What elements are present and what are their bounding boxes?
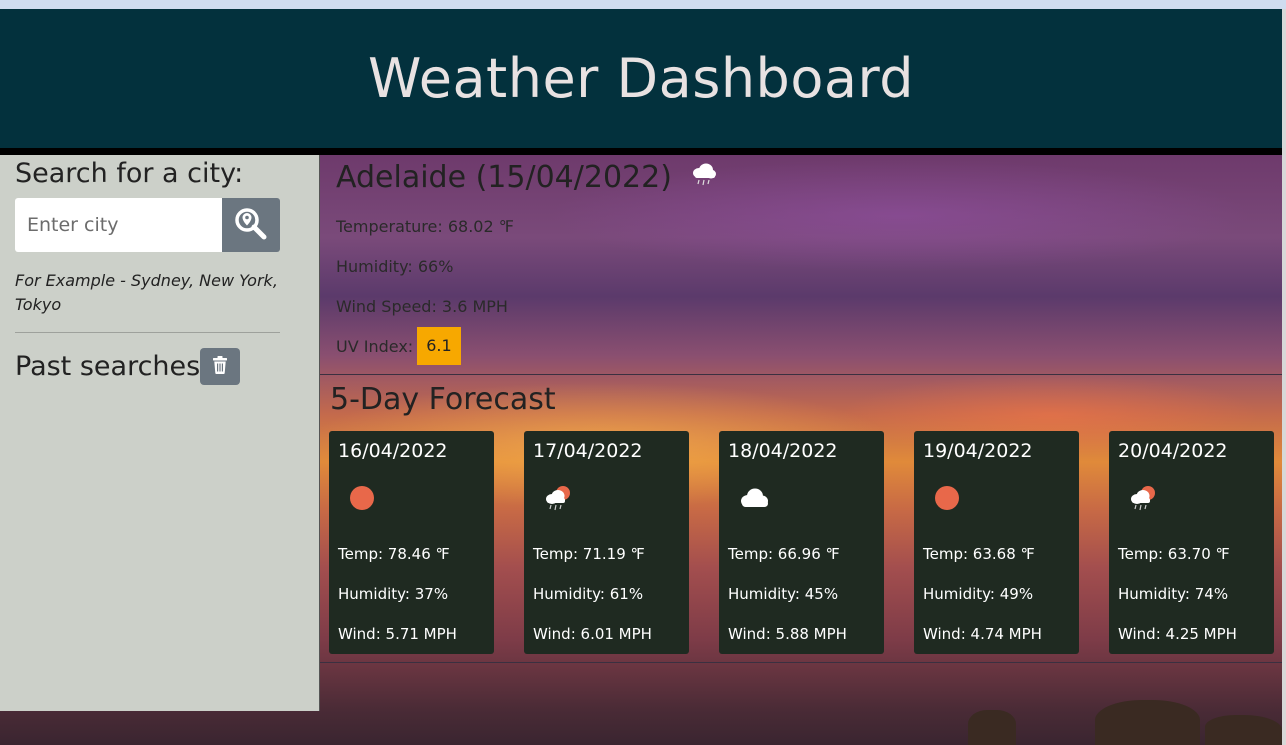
forecast-humidity: Humidity: 49%: [923, 585, 1034, 603]
current-humidity: Humidity: 66%: [336, 257, 454, 276]
forecast-heading: 5-Day Forecast: [330, 382, 556, 417]
forecast-card: 20/04/2022 Temp: 63.70 ℉ Humidity: 74% W…: [1109, 431, 1274, 654]
page-title: Weather Dashboard: [368, 47, 914, 110]
uv-index-badge: 6.1: [417, 327, 461, 365]
current-city-heading: Adelaide (15/04/2022): [336, 160, 718, 195]
forecast-wind: Wind: 4.74 MPH: [923, 625, 1042, 643]
trash-icon: [212, 356, 228, 377]
sun-icon: [347, 483, 377, 517]
search-form: [15, 198, 280, 252]
forecast-humidity: Humidity: 74%: [1118, 585, 1229, 603]
search-button[interactable]: [222, 198, 280, 252]
forecast-humidity: Humidity: 45%: [728, 585, 839, 603]
forecast-date: 19/04/2022: [923, 440, 1033, 462]
cloud-icon: [737, 483, 771, 517]
sun-icon: [932, 483, 962, 517]
rock-stack: [1095, 700, 1200, 745]
sidebar-divider: [15, 332, 280, 333]
forecast-date: 20/04/2022: [1118, 440, 1228, 462]
current-weather: Adelaide (15/04/2022) Temperature: 68.02…: [320, 155, 1282, 375]
page-header: Weather Dashboard: [0, 9, 1282, 148]
forecast-date: 17/04/2022: [533, 440, 643, 462]
forecast-date: 16/04/2022: [338, 440, 448, 462]
forecast-wind: Wind: 5.88 MPH: [728, 625, 847, 643]
forecast-card: 16/04/2022 Temp: 78.46 ℉ Humidity: 37% W…: [329, 431, 494, 654]
past-searches-title: Past searches: [15, 351, 201, 382]
section-divider: [320, 662, 1282, 663]
sun-rain-cloud-icon: [542, 483, 574, 517]
browser-top-strip: [0, 0, 1286, 9]
forecast-temp: Temp: 63.70 ℉: [1118, 545, 1230, 563]
uv-index-label: UV Index:: [336, 336, 414, 356]
forecast-card: 19/04/2022 Temp: 63.68 ℉ Humidity: 49% W…: [914, 431, 1079, 654]
forecast-humidity: Humidity: 37%: [338, 585, 449, 603]
forecast-wind: Wind: 4.25 MPH: [1118, 625, 1237, 643]
scrollbar-track: [1282, 9, 1286, 745]
forecast-card: 18/04/2022 Temp: 66.96 ℉ Humidity: 45% W…: [719, 431, 884, 654]
current-temperature: Temperature: 68.02 ℉: [336, 217, 514, 236]
section-divider: [320, 374, 1282, 375]
city-search-input[interactable]: [15, 198, 222, 252]
forecast-humidity: Humidity: 61%: [533, 585, 644, 603]
forecast-temp: Temp: 66.96 ℉: [728, 545, 840, 563]
forecast-wind: Wind: 5.71 MPH: [338, 625, 457, 643]
forecast-temp: Temp: 71.19 ℉: [533, 545, 645, 563]
forecast-temp: Temp: 78.46 ℉: [338, 545, 450, 563]
rock-stack: [968, 710, 1016, 745]
forecast-date: 18/04/2022: [728, 440, 838, 462]
forecast-card: 17/04/2022 Temp: 71.19 ℉ Humidity: 61% W…: [524, 431, 689, 654]
header-divider: [0, 148, 1282, 155]
search-example-hint: For Example - Sydney, New York, Tokyo: [15, 271, 278, 314]
sun-rain-cloud-icon: [1127, 483, 1159, 517]
current-city-title: Adelaide (15/04/2022): [336, 160, 672, 195]
sidebar: Search for a city: For Example - Sydney,…: [0, 155, 320, 711]
search-heading: Search for a city:: [15, 158, 244, 189]
past-searches-header: Past searches: [15, 348, 241, 385]
forecast-wind: Wind: 6.01 MPH: [533, 625, 652, 643]
clear-history-button[interactable]: [200, 348, 241, 385]
uv-index-row: UV Index: 6.1: [336, 327, 461, 365]
search-location-icon: [234, 207, 268, 244]
rain-cloud-icon: [690, 160, 718, 195]
rock-stack: [1205, 715, 1282, 745]
forecast-temp: Temp: 63.68 ℉: [923, 545, 1035, 563]
current-wind-speed: Wind Speed: 3.6 MPH: [336, 297, 508, 316]
